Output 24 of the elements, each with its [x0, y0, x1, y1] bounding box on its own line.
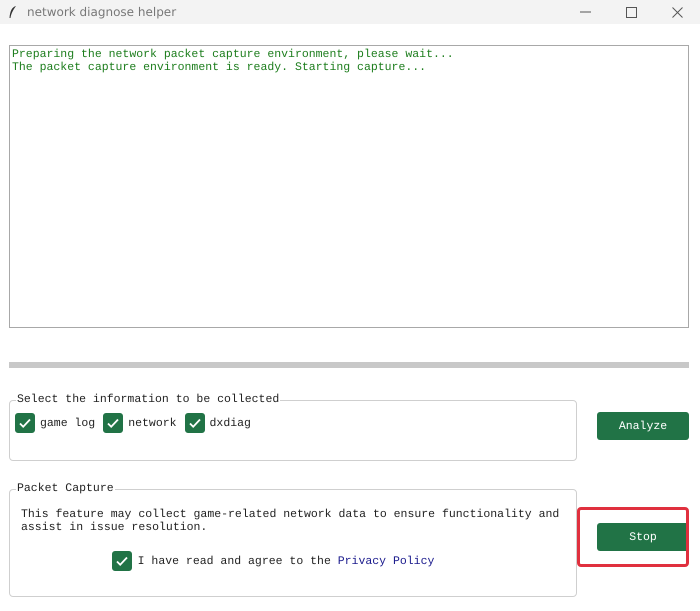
window-title: network diagnose helper: [27, 5, 178, 19]
stop-button[interactable]: Stop: [597, 523, 686, 551]
maximize-icon: [626, 6, 636, 18]
log-line: The packet capture environment is ready. Starting capture...: [12, 61, 428, 74]
check-icon: [18, 416, 32, 430]
check-icon: [114, 554, 129, 568]
agree-text: I have read and agree to the Privacy Policy: [138, 554, 434, 568]
minimize-icon: [580, 11, 590, 13]
feather-icon: [8, 5, 17, 19]
checkbox[interactable]: [112, 551, 132, 571]
log-line: Preparing the network packet capture environment, please wait...: [12, 48, 455, 61]
check-icon: [106, 416, 120, 430]
checkbox[interactable]: [103, 413, 124, 433]
option-label: dxdiag: [210, 416, 251, 430]
option-label: network: [128, 416, 177, 430]
check-icon: [188, 416, 202, 430]
privacy-policy-link[interactable]: Privacy Policy: [338, 554, 434, 568]
option-label: game log: [40, 416, 96, 430]
close-icon: [672, 6, 682, 18]
checkbox[interactable]: [184, 413, 205, 433]
analyze-button[interactable]: Analyze: [597, 412, 689, 440]
group-title: Packet Capture: [16, 482, 115, 496]
notice-text: This feature may collect game-related network data to ensure functionality and assist in issue resolution.: [20, 507, 560, 534]
checkbox[interactable]: [15, 413, 35, 433]
